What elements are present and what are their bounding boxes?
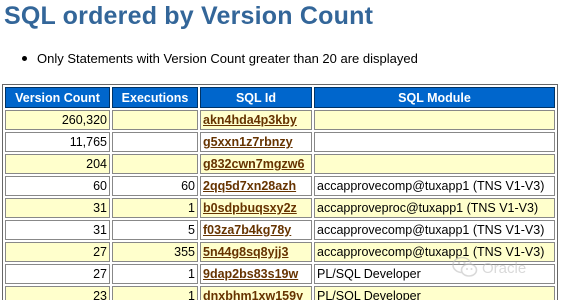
sql-id-link[interactable]: g832cwn7mgzw6 <box>203 157 304 171</box>
sql-id-link[interactable]: 5n44g8sq8yjj3 <box>203 245 288 259</box>
wechat-logo-icon <box>452 256 478 277</box>
executions-cell: 1 <box>112 198 198 218</box>
sql-module-cell: accapprovecomp@tuxapp1 (TNS V1-V3) <box>314 220 555 240</box>
version-count-cell: 27 <box>5 242 110 262</box>
sql-id-link[interactable]: b0sdpbuqsxy2z <box>203 201 297 215</box>
executions-cell: 5 <box>112 220 198 240</box>
sql-id-link[interactable]: 2qq5d7xn28azh <box>203 179 296 193</box>
sql-id-link[interactable]: akn4hda4p3kby <box>203 113 297 127</box>
sql-id-cell: akn4hda4p3kby <box>200 110 312 130</box>
sql-module-cell <box>314 110 555 130</box>
column-header-sql-id: SQL Id <box>200 87 312 108</box>
sql-id-link[interactable]: dnxbhm1xw159y <box>203 289 303 300</box>
table-row: 23 1 dnxbhm1xw159y PL/SQL Developer <box>5 286 555 300</box>
note-item: Only Statements with Version Count great… <box>22 51 418 66</box>
table-row: 60 60 2qq5d7xn28azh accapprovecomp@tuxap… <box>5 176 555 196</box>
sql-module-cell <box>314 132 555 152</box>
note-text: Only Statements with Version Count great… <box>37 51 418 66</box>
executions-cell: 1 <box>112 286 198 300</box>
version-count-cell: 11,765 <box>5 132 110 152</box>
column-header-sql-module: SQL Module <box>314 87 555 108</box>
sql-id-link[interactable]: 9dap2bs83s19w <box>203 267 298 281</box>
sql-id-cell: 9dap2bs83s19w <box>200 264 312 284</box>
column-header-version-count: Version Count <box>5 87 110 108</box>
sql-id-cell: 5n44g8sq8yjj3 <box>200 242 312 262</box>
sql-module-cell <box>314 154 555 174</box>
table-row: 31 1 b0sdpbuqsxy2z accapproveproc@tuxapp… <box>5 198 555 218</box>
executions-cell <box>112 132 198 152</box>
page-title: SQL ordered by Version Count <box>4 2 374 30</box>
awr-report-page: SQL ordered by Version Count Only Statem… <box>0 0 561 300</box>
version-count-cell: 23 <box>5 286 110 300</box>
table-header-row: Version Count Executions SQL Id SQL Modu… <box>5 87 555 108</box>
column-header-executions: Executions <box>112 87 198 108</box>
table-row: 11,765 g5xxn1z7rbnzy <box>5 132 555 152</box>
version-count-cell: 31 <box>5 220 110 240</box>
executions-cell: 1 <box>112 264 198 284</box>
sql-id-link[interactable]: g5xxn1z7rbnzy <box>203 135 293 149</box>
sql-id-link[interactable]: f03za7b4kg78y <box>203 223 291 237</box>
sql-module-cell: PL/SQL Developer <box>314 286 555 300</box>
sql-id-cell: g5xxn1z7rbnzy <box>200 132 312 152</box>
watermark-text: Oracle <box>482 260 527 277</box>
executions-cell: 60 <box>112 176 198 196</box>
sql-id-cell: g832cwn7mgzw6 <box>200 154 312 174</box>
version-count-cell: 260,320 <box>5 110 110 130</box>
version-count-cell: 27 <box>5 264 110 284</box>
version-count-cell: 60 <box>5 176 110 196</box>
sql-module-cell: accapprovecomp@tuxapp1 (TNS V1-V3) <box>314 176 555 196</box>
table-row: 204 g832cwn7mgzw6 <box>5 154 555 174</box>
version-count-cell: 31 <box>5 198 110 218</box>
executions-cell <box>112 110 198 130</box>
sql-id-cell: 2qq5d7xn28azh <box>200 176 312 196</box>
executions-cell: 355 <box>112 242 198 262</box>
sql-id-cell: b0sdpbuqsxy2z <box>200 198 312 218</box>
table-row: 31 5 f03za7b4kg78y accapprovecomp@tuxapp… <box>5 220 555 240</box>
bullet-icon <box>22 56 27 61</box>
executions-cell <box>112 154 198 174</box>
sql-module-cell: accapproveproc@tuxapp1 (TNS V1-V3) <box>314 198 555 218</box>
watermark: Oracle <box>452 256 561 282</box>
version-count-cell: 204 <box>5 154 110 174</box>
table-row: 260,320 akn4hda4p3kby <box>5 110 555 130</box>
sql-id-cell: dnxbhm1xw159y <box>200 286 312 300</box>
sql-id-cell: f03za7b4kg78y <box>200 220 312 240</box>
